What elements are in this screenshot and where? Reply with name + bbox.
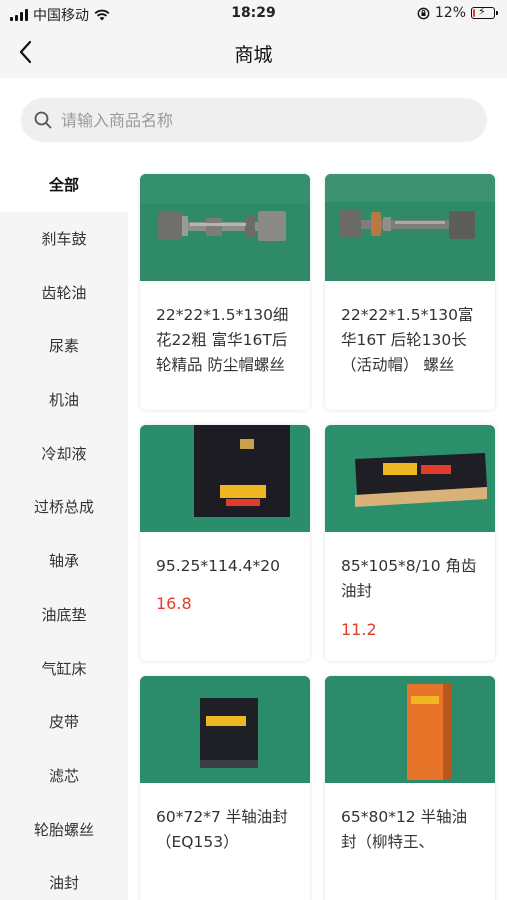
product-card[interactable]: 95.25*114.4*20 16.8 <box>140 425 310 661</box>
product-card[interactable]: 65*80*12 半轴油封（柳特王、 <box>325 676 495 900</box>
search-area <box>0 78 507 158</box>
product-image <box>140 425 310 532</box>
category-item-coolant[interactable]: 冷却液 <box>0 426 128 480</box>
product-image <box>325 425 495 532</box>
product-title: 65*80*12 半轴油封（柳特王、 <box>341 808 468 851</box>
category-item-urea[interactable]: 尿素 <box>0 319 128 373</box>
category-item-bearing[interactable]: 轴承 <box>0 534 128 588</box>
category-item-belt[interactable]: 皮带 <box>0 695 128 749</box>
search-icon <box>34 111 52 129</box>
product-card[interactable]: 22*22*1.5*130细花22粗 富华16T后轮精品 防尘帽螺丝 16 <box>140 174 310 410</box>
product-card[interactable]: 22*22*1.5*130富华16T 后轮130长（活动帽） 螺丝 15 <box>325 174 495 410</box>
category-item-filter[interactable]: 滤芯 <box>0 749 128 803</box>
category-item-gear-oil[interactable]: 齿轮油 <box>0 265 128 319</box>
battery-level <box>473 9 475 17</box>
product-price: 16.8 <box>156 594 192 613</box>
page-title: 商城 <box>234 44 273 66</box>
product-price: 11.2 <box>341 620 377 639</box>
battery-icon: ⚡ <box>471 5 498 19</box>
nav-bar: 商城 <box>0 28 507 78</box>
status-bar: 中国移动 18:29 12% ⚡ <box>0 0 507 28</box>
category-sidebar: 全部 刹车鼓 齿轮油 尿素 机油 冷却液 过桥总成 轴承 油底垫 气缸床 皮带 … <box>0 158 128 900</box>
product-title: 95.25*114.4*20 <box>156 557 280 575</box>
product-image <box>140 676 310 783</box>
category-item-axle-assembly[interactable]: 过桥总成 <box>0 480 128 534</box>
category-item-brake-drum[interactable]: 刹车鼓 <box>0 212 128 266</box>
product-image <box>325 676 495 783</box>
product-card[interactable]: 85*105*8/10 角齿油封 11.2 <box>325 425 495 661</box>
category-item-all[interactable]: 全部 <box>0 158 128 212</box>
status-right: 12% ⚡ <box>417 5 498 21</box>
product-title: 85*105*8/10 角齿油封 <box>341 557 477 600</box>
category-item-engine-oil[interactable]: 机油 <box>0 373 128 427</box>
product-list: 22*22*1.5*130细花22粗 富华16T后轮精品 防尘帽螺丝 16 22… <box>128 158 507 900</box>
category-item-head-gasket[interactable]: 气缸床 <box>0 641 128 695</box>
product-title: 60*72*7 半轴油封（EQ153） <box>156 808 288 851</box>
product-image <box>325 174 495 281</box>
battery-percent: 12% <box>434 5 466 21</box>
product-title: 22*22*1.5*130富华16T 后轮130长（活动帽） 螺丝 <box>341 306 474 374</box>
category-item-oil-pan-gasket[interactable]: 油底垫 <box>0 588 128 642</box>
category-item-wheel-bolt[interactable]: 轮胎螺丝 <box>0 802 128 856</box>
search-box[interactable] <box>21 98 487 142</box>
product-title: 22*22*1.5*130细花22粗 富华16T后轮精品 防尘帽螺丝 <box>156 306 289 374</box>
search-input[interactable] <box>61 110 441 130</box>
product-image <box>140 174 310 281</box>
category-item-oil-seal[interactable]: 油封 <box>0 856 128 900</box>
product-card[interactable]: 60*72*7 半轴油封（EQ153） <box>140 676 310 900</box>
orientation-lock-icon <box>417 7 430 19</box>
